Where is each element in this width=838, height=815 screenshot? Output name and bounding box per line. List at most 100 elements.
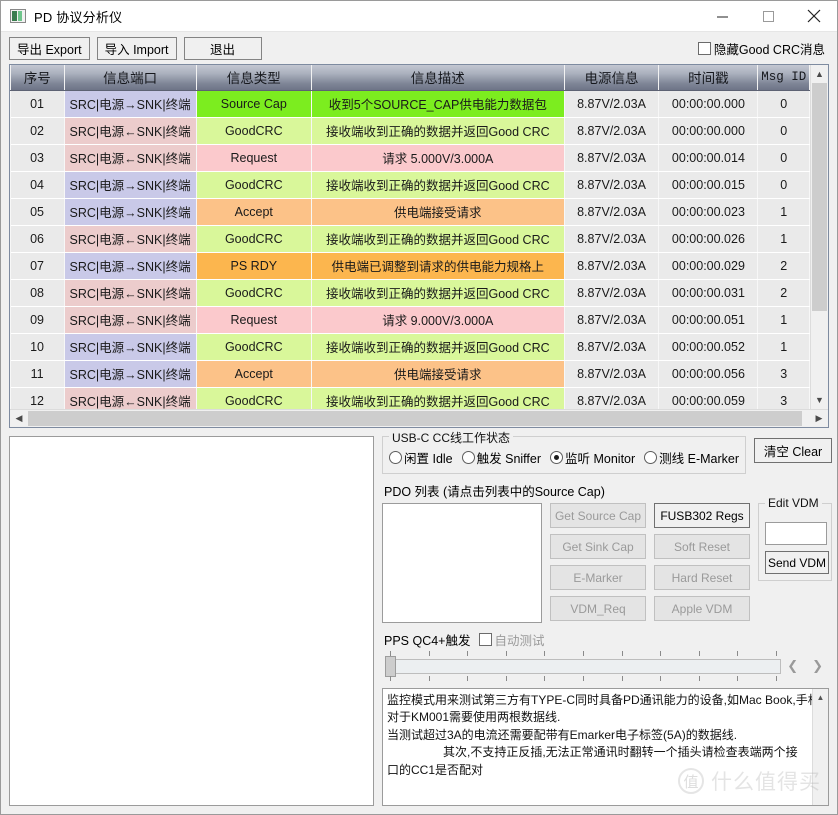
vdm-input[interactable] (765, 522, 827, 545)
grid-vertical-scrollbar[interactable]: ▲ ▼ (810, 65, 828, 409)
slider-tick (776, 651, 778, 656)
scroll-up-icon[interactable]: ▲ (811, 65, 828, 83)
slider-tick (660, 651, 662, 656)
edit-vdm-group: Edit VDM Send VDM (758, 496, 832, 581)
cell-power: 8.87V/2.03A (564, 306, 659, 334)
clear-button[interactable]: 清空 Clear (754, 438, 833, 463)
scroll-left-icon[interactable]: ◀ (10, 410, 28, 428)
hide-good-crc-checkbox[interactable]: 隐藏Good CRC消息 (697, 39, 829, 58)
table-row[interactable]: 04 SRC|电源→SNK|终端 GoodCRC 接收端收到正确的数据并返回Good … (10, 171, 810, 199)
notes-line-3: 当测试超过3A的电流还需要配带有Emarker电子标签(5A)的数据线. (387, 727, 738, 742)
control-panel: USB-C CC线工作状态 闲置 Idle 触发 Sniffer 监听 Monito… (382, 429, 833, 806)
vscroll-track[interactable] (811, 83, 828, 391)
scroll-right-icon[interactable]: ▶ (810, 410, 828, 428)
slider-track[interactable] (390, 659, 782, 674)
cell-desc: 接收端收到正确的数据并返回Good CRC (311, 333, 565, 361)
notes-line-4: 其次,不支持正反插,无法正常通讯时翻转一个插头请检查表端两个接 (443, 745, 798, 760)
cell-type: Accept (196, 198, 312, 226)
notes-scroll-up-icon[interactable]: ▲ (813, 689, 828, 705)
edit-vdm-legend: Edit VDM (765, 496, 822, 510)
col-header-msgid[interactable]: Msg ID (757, 65, 810, 91)
notes-scrollbar[interactable]: ▲ (812, 689, 828, 805)
send-vdm-button[interactable]: Send VDM (765, 551, 829, 574)
cell-type: GoodCRC (196, 117, 312, 145)
cell-time: 00:00:00.029 (658, 252, 758, 280)
close-icon[interactable] (791, 1, 837, 32)
chevron-right-icon[interactable]: ❯ (812, 658, 823, 674)
pps-label: PPS QC4+触发 (384, 634, 471, 648)
table-row[interactable]: 03 SRC|电源←SNK|终端 Request 请求 5.000V/3.000A 8.… (10, 144, 810, 172)
col-header-time[interactable]: 时间戳 (658, 65, 759, 91)
col-header-desc[interactable]: 信息描述 (311, 65, 565, 91)
slider-tick (698, 676, 700, 681)
cell-time: 00:00:00.052 (658, 333, 758, 361)
cell-msgid: 3 (757, 360, 810, 388)
auto-test-label: 自动测试 (494, 634, 545, 648)
grid-horizontal-scrollbar[interactable]: ◀ ▶ (10, 409, 828, 427)
cell-msgid: 0 (757, 117, 810, 145)
action-button-1: Get Sink Cap (550, 534, 646, 559)
cell-port: SRC|电源←SNK|终端 (64, 144, 197, 172)
cc-mode-option-2[interactable]: 监听 Monitor (550, 448, 635, 467)
table-row[interactable]: 08 SRC|电源←SNK|终端 GoodCRC 接收端收到正确的数据并返回Good … (10, 279, 810, 307)
cell-index: 08 (10, 279, 65, 307)
hscroll-track[interactable] (28, 410, 810, 427)
app-icon (10, 9, 26, 23)
cell-power: 8.87V/2.03A (564, 117, 659, 145)
cell-type: PS RDY (196, 252, 312, 280)
col-header-index[interactable]: 序号 (10, 65, 65, 91)
slider-tick (737, 651, 739, 656)
grid-viewport[interactable]: 序号 信息端口 信息类型 信息描述 电源信息 时间戳 Msg ID 01 SRC|… (10, 65, 810, 409)
cell-index: 11 (10, 360, 65, 388)
notes-box[interactable]: 监控模式用来测试第三方有TYPE-C同时具备PD通讯能力的设备,如Mac Boo… (382, 688, 829, 806)
cell-port: SRC|电源→SNK|终端 (64, 171, 197, 199)
cell-time: 00:00:00.014 (658, 144, 758, 172)
cc-mode-option-3[interactable]: 测线 E-Marker (644, 448, 739, 467)
chevron-left-icon[interactable]: ❮ (787, 658, 798, 674)
table-row[interactable]: 02 SRC|电源←SNK|终端 GoodCRC 接收端收到正确的数据并返回Good … (10, 117, 810, 145)
cell-desc: 供电端已调整到请求的供电能力规格上 (311, 252, 565, 280)
table-row[interactable]: 11 SRC|电源→SNK|终端 Accept 供电端接受请求 8.87V/2.03A 0… (10, 360, 810, 388)
cell-desc: 接收端收到正确的数据并返回Good CRC (311, 225, 565, 253)
window-controls (699, 1, 837, 32)
cell-msgid: 2 (757, 252, 810, 280)
slider-tick (776, 676, 778, 681)
import-button[interactable]: 导入 Import (96, 36, 177, 60)
pps-row: PPS QC4+触发 自动测试 (384, 630, 829, 649)
table-row[interactable]: 09 SRC|电源←SNK|终端 Request 请求 9.000V/3.000A 8.… (10, 306, 810, 334)
slider-thumb[interactable] (385, 656, 396, 677)
cell-port: SRC|电源←SNK|终端 (64, 306, 197, 334)
maximize-icon[interactable] (745, 1, 791, 32)
cell-time: 00:00:00.000 (658, 90, 758, 118)
hscroll-thumb[interactable] (28, 411, 803, 426)
table-row[interactable]: 10 SRC|电源→SNK|终端 GoodCRC 接收端收到正确的数据并返回Good … (10, 333, 810, 361)
vscroll-thumb[interactable] (812, 83, 827, 311)
slider-tick (505, 651, 507, 656)
cc-mode-option-0[interactable]: 闲置 Idle (389, 448, 453, 467)
cell-index: 01 (10, 90, 65, 118)
action-button-0[interactable]: FUSB302 Regs (654, 503, 750, 528)
table-row[interactable]: 06 SRC|电源←SNK|终端 GoodCRC 接收端收到正确的数据并返回Good … (10, 225, 810, 253)
pdo-list[interactable] (382, 503, 542, 623)
cell-time: 00:00:00.059 (658, 387, 758, 409)
table-row[interactable]: 05 SRC|电源→SNK|终端 Accept 供电端接受请求 8.87V/2.03A 0… (10, 198, 810, 226)
action-button-2: E-Marker (550, 565, 646, 590)
detail-panel[interactable] (9, 436, 374, 806)
col-header-type[interactable]: 信息类型 (196, 65, 313, 91)
auto-test-checkbox[interactable]: 自动测试 (478, 630, 545, 649)
pps-slider[interactable] (382, 650, 782, 682)
col-header-port[interactable]: 信息端口 (64, 65, 197, 91)
export-button[interactable]: 导出 Export (9, 36, 90, 60)
minimize-icon[interactable] (699, 1, 745, 32)
table-row[interactable]: 07 SRC|电源→SNK|终端 PS RDY 供电端已调整到请求的供电能力规格上 8.… (10, 252, 810, 280)
table-row[interactable]: 12 SRC|电源←SNK|终端 GoodCRC 接收端收到正确的数据并返回Good … (10, 387, 810, 409)
cc-mode-option-1[interactable]: 触发 Sniffer (461, 448, 541, 467)
message-grid: 序号 信息端口 信息类型 信息描述 电源信息 时间戳 Msg ID 01 SRC|… (9, 64, 829, 428)
scroll-down-icon[interactable]: ▼ (811, 391, 828, 409)
table-row[interactable]: 01 SRC|电源→SNK|终端 Source Cap 收到5个SOURCE_CAP供… (10, 90, 810, 118)
col-header-power[interactable]: 电源信息 (564, 65, 660, 91)
exit-button[interactable]: 退出 (183, 36, 262, 60)
cell-desc: 收到5个SOURCE_CAP供电能力数据包 (311, 90, 565, 118)
cell-port: SRC|电源→SNK|终端 (64, 90, 197, 118)
action-button-3: Apple VDM (654, 596, 750, 621)
